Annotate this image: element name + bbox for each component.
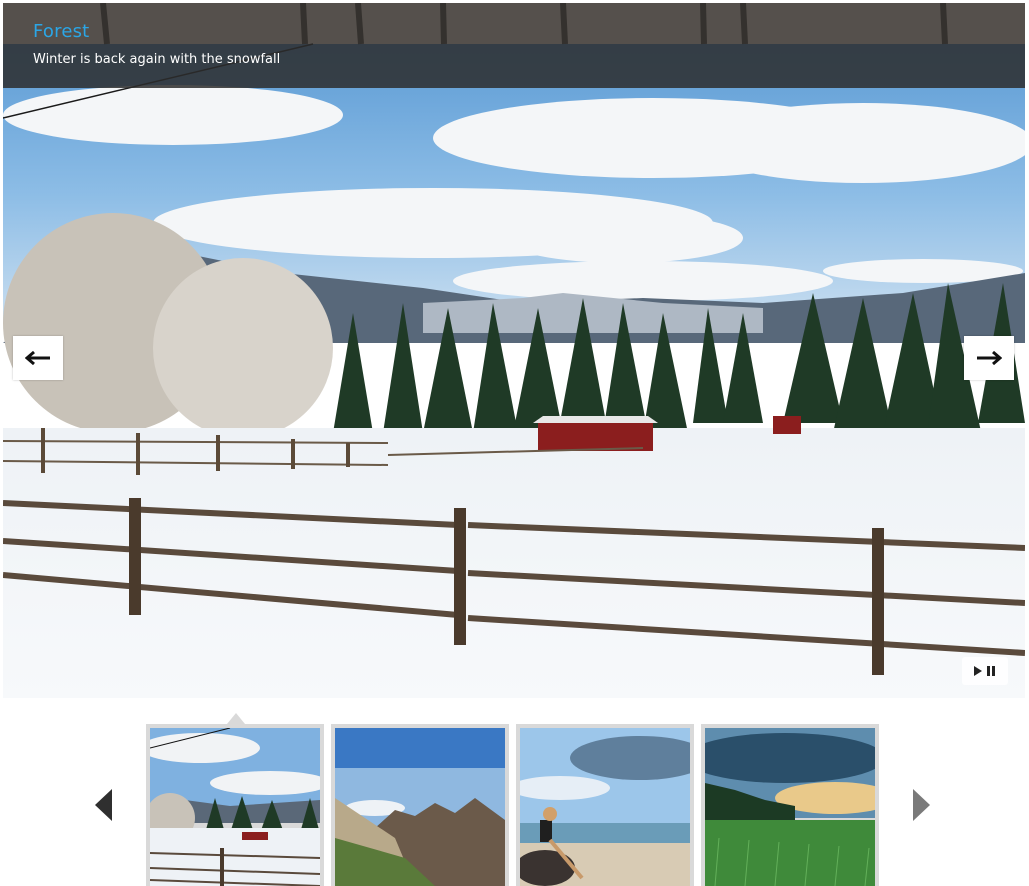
slide-image <box>3 3 1025 698</box>
right-arrow-icon <box>977 351 1002 365</box>
thumbnail-image <box>520 728 690 886</box>
play-pause-button[interactable] <box>962 657 1008 685</box>
thumbnail-woman-on-beach[interactable] <box>516 724 694 886</box>
thumbnail-image <box>705 728 875 886</box>
thumbnail-mountain-valley[interactable] <box>331 724 509 886</box>
slide-caption: Winter is back again with the snowfall <box>33 52 281 67</box>
slideshow[interactable]: Forest Winter is back again with the sno… <box>3 3 1025 698</box>
thumbnail-green-field[interactable] <box>701 724 879 886</box>
next-slide-button[interactable] <box>964 336 1014 380</box>
play-pause-icon <box>974 666 995 676</box>
thumbnail-image <box>335 728 505 886</box>
left-arrow-icon <box>25 351 50 365</box>
prev-slide-button[interactable] <box>13 336 63 380</box>
thumbnails-prev-button[interactable] <box>95 789 112 821</box>
thumbnail-snowy-farm[interactable] <box>146 724 324 886</box>
active-thumbnail-pointer <box>227 713 245 724</box>
thumbnail-image <box>150 728 320 886</box>
slide-title: Forest <box>33 21 90 42</box>
thumbnails-next-button[interactable] <box>913 789 930 821</box>
caption-top-band <box>3 3 1025 44</box>
